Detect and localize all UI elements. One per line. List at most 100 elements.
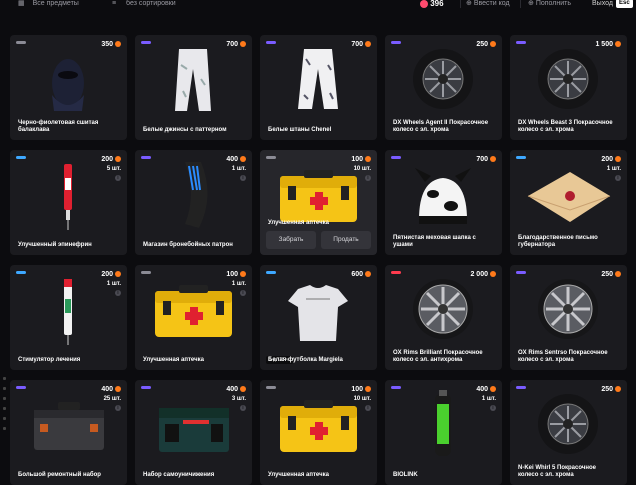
item-card[interactable]: 100 10 шт. i Улучшенная аптечка Забрать Прода… bbox=[260, 150, 377, 255]
price-value: 250 bbox=[601, 271, 613, 278]
sort-dropdown[interactable]: ≡ без сортировки bbox=[112, 0, 176, 8]
item-card[interactable]: 700 Белые штаны Chenel bbox=[260, 35, 377, 140]
item-card[interactable]: 100 1 шт. i Улучшенная аптечка bbox=[135, 265, 252, 370]
info-icon[interactable]: i bbox=[240, 405, 246, 411]
balance-value: 396 bbox=[430, 0, 444, 8]
info-icon[interactable]: i bbox=[240, 290, 246, 296]
rarity-indicator bbox=[266, 271, 276, 274]
item-price: 400 bbox=[476, 386, 496, 393]
item-name: Черно-фиолетовая сшитая балаклава bbox=[18, 120, 99, 133]
info-icon[interactable]: i bbox=[115, 405, 121, 411]
take-button[interactable]: Забрать bbox=[266, 231, 316, 249]
coin-icon bbox=[490, 386, 496, 393]
promo-code-button[interactable]: ⊕ Ввести код bbox=[466, 0, 510, 8]
promo-code-label: Ввести код bbox=[473, 0, 510, 7]
item-price: 400 bbox=[101, 386, 121, 393]
info-icon[interactable]: i bbox=[115, 175, 121, 181]
item-card[interactable]: 200 1 шт. i Благодарственное письмо губерна… bbox=[510, 150, 627, 255]
item-card[interactable]: 400 25 шт. i Большой ремонтный набор bbox=[10, 380, 127, 485]
info-icon[interactable]: i bbox=[240, 175, 246, 181]
item-card[interactable]: 200 5 шт. i Улучшенный эпинефрин bbox=[10, 150, 127, 255]
item-name: Стимулятор лечения bbox=[18, 357, 81, 363]
price-value: 400 bbox=[476, 386, 488, 393]
item-quantity: 1 шт. bbox=[231, 281, 246, 287]
info-icon[interactable]: i bbox=[490, 405, 496, 411]
coin-icon bbox=[490, 156, 496, 163]
coin-icon bbox=[615, 271, 621, 278]
coin-icon bbox=[615, 41, 621, 48]
item-price: 400 bbox=[226, 386, 246, 393]
item-card[interactable]: 2 000 OX Rims Brilliant Покрасочное колес… bbox=[385, 265, 502, 370]
item-card[interactable]: 400 1 шт. i Магазин бронебойных патрон bbox=[135, 150, 252, 255]
item-quantity: 10 шт. bbox=[353, 396, 371, 402]
item-price: 200 bbox=[101, 156, 121, 163]
item-card[interactable]: 100 10 шт. i Улучшенная аптечка bbox=[260, 380, 377, 485]
item-price: 700 bbox=[476, 156, 496, 163]
item-quantity: 1 шт. bbox=[481, 396, 496, 402]
item-name: DX Wheels Beast 3 Покрасочное колесо с э… bbox=[518, 120, 613, 133]
esc-key-badge[interactable]: Esc bbox=[616, 0, 633, 8]
info-icon[interactable]: i bbox=[365, 405, 371, 411]
exit-label[interactable]: Выход bbox=[592, 0, 613, 8]
coin-icon bbox=[115, 271, 121, 278]
item-card[interactable]: 600 1 д. 16 ч. Белая футболка Margiela bbox=[260, 265, 377, 370]
price-value: 200 bbox=[601, 156, 613, 163]
item-quantity: 25 шт. bbox=[103, 396, 121, 402]
price-value: 100 bbox=[226, 271, 238, 278]
item-name: Улучшенная аптечка bbox=[268, 220, 329, 226]
info-icon[interactable]: i bbox=[115, 290, 121, 296]
coin-icon bbox=[240, 156, 246, 163]
item-card[interactable]: 250 DX Wheels Agent II Покрасочное колесо… bbox=[385, 35, 502, 140]
rarity-indicator bbox=[516, 41, 526, 44]
info-icon[interactable]: i bbox=[365, 175, 371, 181]
coin-icon bbox=[365, 386, 371, 393]
item-name: Улучшенная аптечка bbox=[268, 472, 329, 478]
item-card[interactable]: 400 3 шт. i Набор самоуничижения bbox=[135, 380, 252, 485]
grid-icon: ▦ bbox=[18, 0, 25, 7]
price-value: 100 bbox=[351, 386, 363, 393]
item-card[interactable]: 350 Черно-фиолетовая сшитая балаклава bbox=[10, 35, 127, 140]
filter-dropdown[interactable]: ▦ Все предметы bbox=[18, 0, 79, 8]
item-card[interactable]: 250 OX Rims Sentrso Покрасочное колесо с … bbox=[510, 265, 627, 370]
rarity-indicator bbox=[16, 41, 26, 44]
item-card[interactable]: 700 Белые джинсы с паттерном bbox=[135, 35, 252, 140]
filter-label: Все предметы bbox=[32, 0, 79, 7]
item-quantity: 10 шт. bbox=[353, 166, 371, 172]
item-name: Набор самоуничижения bbox=[143, 472, 215, 478]
divider bbox=[520, 0, 521, 8]
item-card[interactable]: 250 N-Kei Whirl 5 Покрасочное колесо с эл… bbox=[510, 380, 627, 485]
item-price: 350 bbox=[101, 41, 121, 48]
item-price: 250 bbox=[601, 271, 621, 278]
item-price: 250 bbox=[601, 386, 621, 393]
price-value: 350 bbox=[101, 41, 113, 48]
price-value: 400 bbox=[226, 156, 238, 163]
rarity-indicator bbox=[16, 386, 26, 389]
item-name: Белые штаны Chenel bbox=[268, 127, 332, 133]
item-card[interactable]: 1 500 DX Wheels Beast 3 Покрасочное колес… bbox=[510, 35, 627, 140]
rarity-indicator bbox=[391, 156, 401, 159]
item-quantity: 1 шт. bbox=[106, 281, 121, 287]
item-card[interactable]: 400 1 шт. i BIOLINK bbox=[385, 380, 502, 485]
item-price: 200 bbox=[601, 156, 621, 163]
item-card[interactable]: 200 1 шт. i Стимулятор лечения bbox=[10, 265, 127, 370]
coin-icon bbox=[615, 386, 621, 393]
item-quantity: 3 шт. bbox=[231, 396, 246, 402]
deposit-button[interactable]: ⊕ Пополнить bbox=[528, 0, 571, 8]
item-card[interactable]: 700 Пятнистая меховая шапка с ушами bbox=[385, 150, 502, 255]
coin-icon bbox=[490, 41, 496, 48]
coin-icon bbox=[115, 156, 121, 163]
coin-icon bbox=[365, 41, 371, 48]
item-name: N-Kei Whirl 5 Покрасочное колесо с эл. х… bbox=[518, 465, 596, 478]
price-value: 600 bbox=[351, 271, 363, 278]
sell-button[interactable]: Продать bbox=[321, 231, 371, 249]
info-icon[interactable]: i bbox=[615, 175, 621, 181]
item-name: Магазин бронебойных патрон bbox=[143, 242, 233, 248]
item-price: 700 bbox=[226, 41, 246, 48]
divider bbox=[460, 0, 461, 8]
item-name: Пятнистая меховая шапка с ушами bbox=[393, 235, 476, 248]
item-name: Улучшенная аптечка bbox=[143, 357, 204, 363]
item-name: BIOLINK bbox=[393, 472, 418, 478]
rarity-indicator bbox=[391, 386, 401, 389]
coin-icon bbox=[115, 386, 121, 393]
gift-icon: ⊕ bbox=[466, 0, 472, 7]
